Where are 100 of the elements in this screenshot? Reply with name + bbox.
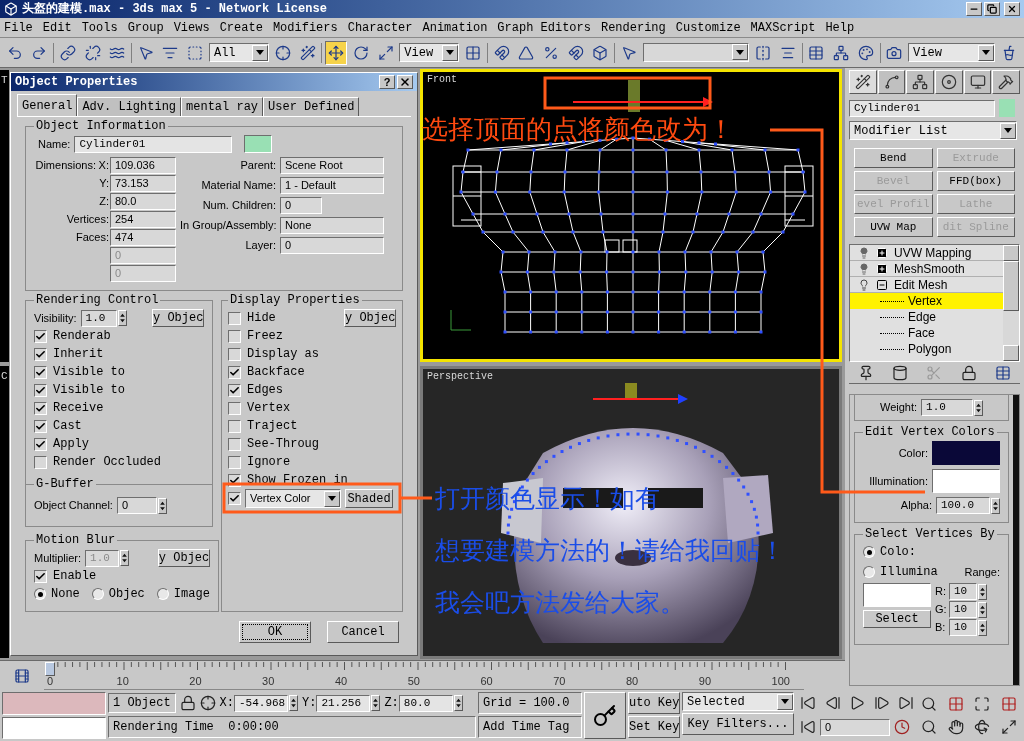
spinner-arrows-icon[interactable] [978,601,987,618]
coordinate-field[interactable]: 21.256 [316,694,371,712]
spinner-arrows-icon[interactable] [991,497,1000,514]
checkbox[interactable] [228,437,241,451]
checkbox[interactable] [228,401,241,415]
property-field[interactable]: 0 [280,197,322,214]
tab[interactable]: mental ray [181,97,264,116]
named-selection-dropdown[interactable] [642,43,750,62]
stack-item[interactable]: MeshSmooth [850,261,1003,277]
illumination-swatch[interactable] [932,469,1000,493]
spinner-arrows-icon[interactable] [289,695,298,711]
menu-item[interactable]: Views [173,18,210,37]
tab[interactable]: Adv. Lighting [77,97,182,116]
by-object-button[interactable]: y Objec [157,549,210,567]
dimension-field[interactable]: 73.153 [110,175,176,192]
checkbox[interactable] [228,419,241,433]
by-object-button[interactable]: y Objec [344,309,396,327]
spinner-arrows-icon[interactable] [120,550,130,566]
menu-item[interactable]: Graph Editors [497,18,591,37]
stack-item[interactable]: UVW Mapping [850,245,1003,261]
close-button[interactable] [1004,2,1020,16]
property-field[interactable]: 0 [280,237,384,254]
checkbox[interactable] [228,347,241,361]
stack-sub-item[interactable]: Face [850,325,1003,341]
count-field[interactable]: 254 [110,211,176,228]
range-field[interactable]: 10 [949,601,977,618]
count-field[interactable]: 474 [110,229,176,246]
spinner-arrows-icon[interactable] [978,583,987,600]
tab[interactable]: User Defined [263,97,360,116]
checkbox[interactable] [228,329,241,343]
select-button[interactable]: Select [863,610,931,628]
reference-coordinate-dropdown[interactable]: View [399,43,460,62]
radio-button[interactable] [863,566,875,578]
modifier-list-dropdown[interactable]: Modifier List [849,121,1017,140]
vertex-color-swatch[interactable] [932,441,1000,465]
checkbox[interactable] [228,311,241,325]
lightbulb-icon[interactable] [858,278,870,291]
selection-filter-dropdown[interactable]: All [208,43,270,62]
range-field[interactable]: 10 [949,583,977,600]
checkbox[interactable] [228,455,241,469]
checkbox[interactable] [34,419,47,433]
visibility-field[interactable]: 1.0 [80,309,117,327]
key-button[interactable] [584,692,626,739]
tab[interactable]: General [17,94,78,116]
object-channel-field[interactable]: 0 [116,497,157,514]
restore-button[interactable] [984,2,1000,16]
minimize-button[interactable] [966,2,982,16]
stack-sub-item[interactable]: Edge [850,309,1003,325]
object-name-field[interactable]: Cylinder01 [849,99,995,117]
menu-item[interactable]: Edit [42,18,72,37]
stack-sub-item[interactable]: Polygon [850,341,1003,357]
object-color-swatch[interactable] [244,135,273,153]
ok-button[interactable]: OK [239,621,311,643]
weight-field[interactable]: 1.0 [921,399,974,416]
by-object-button[interactable]: y Objec [152,309,204,327]
radio-button[interactable] [863,546,875,558]
menu-item[interactable]: MAXScript [750,18,816,37]
select-color-swatch[interactable] [863,583,931,607]
menu-item[interactable]: Rendering [600,18,666,37]
menu-item[interactable]: Create [219,18,263,37]
checkbox[interactable] [34,365,47,379]
alpha-field[interactable]: 100.0 [936,497,990,514]
cancel-button[interactable]: Cancel [327,621,399,643]
name-field[interactable]: Cylinder01 [74,135,233,153]
spinner-arrows-icon[interactable] [974,399,984,416]
menu-item[interactable]: Group [127,18,164,37]
checkbox[interactable] [34,455,47,469]
scrollbar[interactable] [1013,395,1019,685]
monitor-icon[interactable] [963,70,992,94]
spinner-arrows-icon[interactable] [117,310,127,326]
checkbox[interactable] [228,383,241,397]
checkbox[interactable] [34,569,47,583]
time-ruler[interactable]: 0 10 20 30 40 50 60 70 80 90 100 [44,661,804,690]
modifier-button[interactable]: Bend [854,148,933,168]
auto-key-button[interactable]: uto Key [628,692,680,714]
checkbox[interactable] [34,347,47,361]
scrollbar[interactable] [1003,245,1019,361]
hierarchy-icon[interactable] [906,70,934,94]
wand-icon[interactable] [849,70,877,94]
spinner-arrows-icon[interactable] [453,695,463,711]
dimension-field[interactable]: 109.036 [110,157,176,174]
hammer-icon[interactable] [992,70,1021,94]
coordinate-field[interactable]: 80.0 [398,694,453,712]
dimension-field[interactable]: 80.0 [110,193,176,210]
coordinate-field[interactable]: -54.968 [234,694,288,712]
curve-icon[interactable] [877,70,906,94]
spinner-arrows-icon[interactable] [157,497,167,514]
render-type-dropdown[interactable]: View [908,43,996,62]
checkbox[interactable] [34,329,47,343]
property-field[interactable]: 1 - Default [280,177,384,194]
spinner-arrows-icon[interactable] [371,695,381,711]
menu-item[interactable]: Tools [81,18,118,37]
checkbox[interactable] [228,365,241,379]
object-color-swatch[interactable] [999,99,1015,117]
spinner-arrows-icon[interactable] [978,619,987,636]
range-field[interactable]: 10 [949,619,977,636]
radio-button[interactable] [91,588,104,600]
menu-item[interactable]: Customize [675,18,741,37]
checkbox[interactable] [34,401,47,415]
property-field[interactable]: Scene Root [280,157,384,174]
